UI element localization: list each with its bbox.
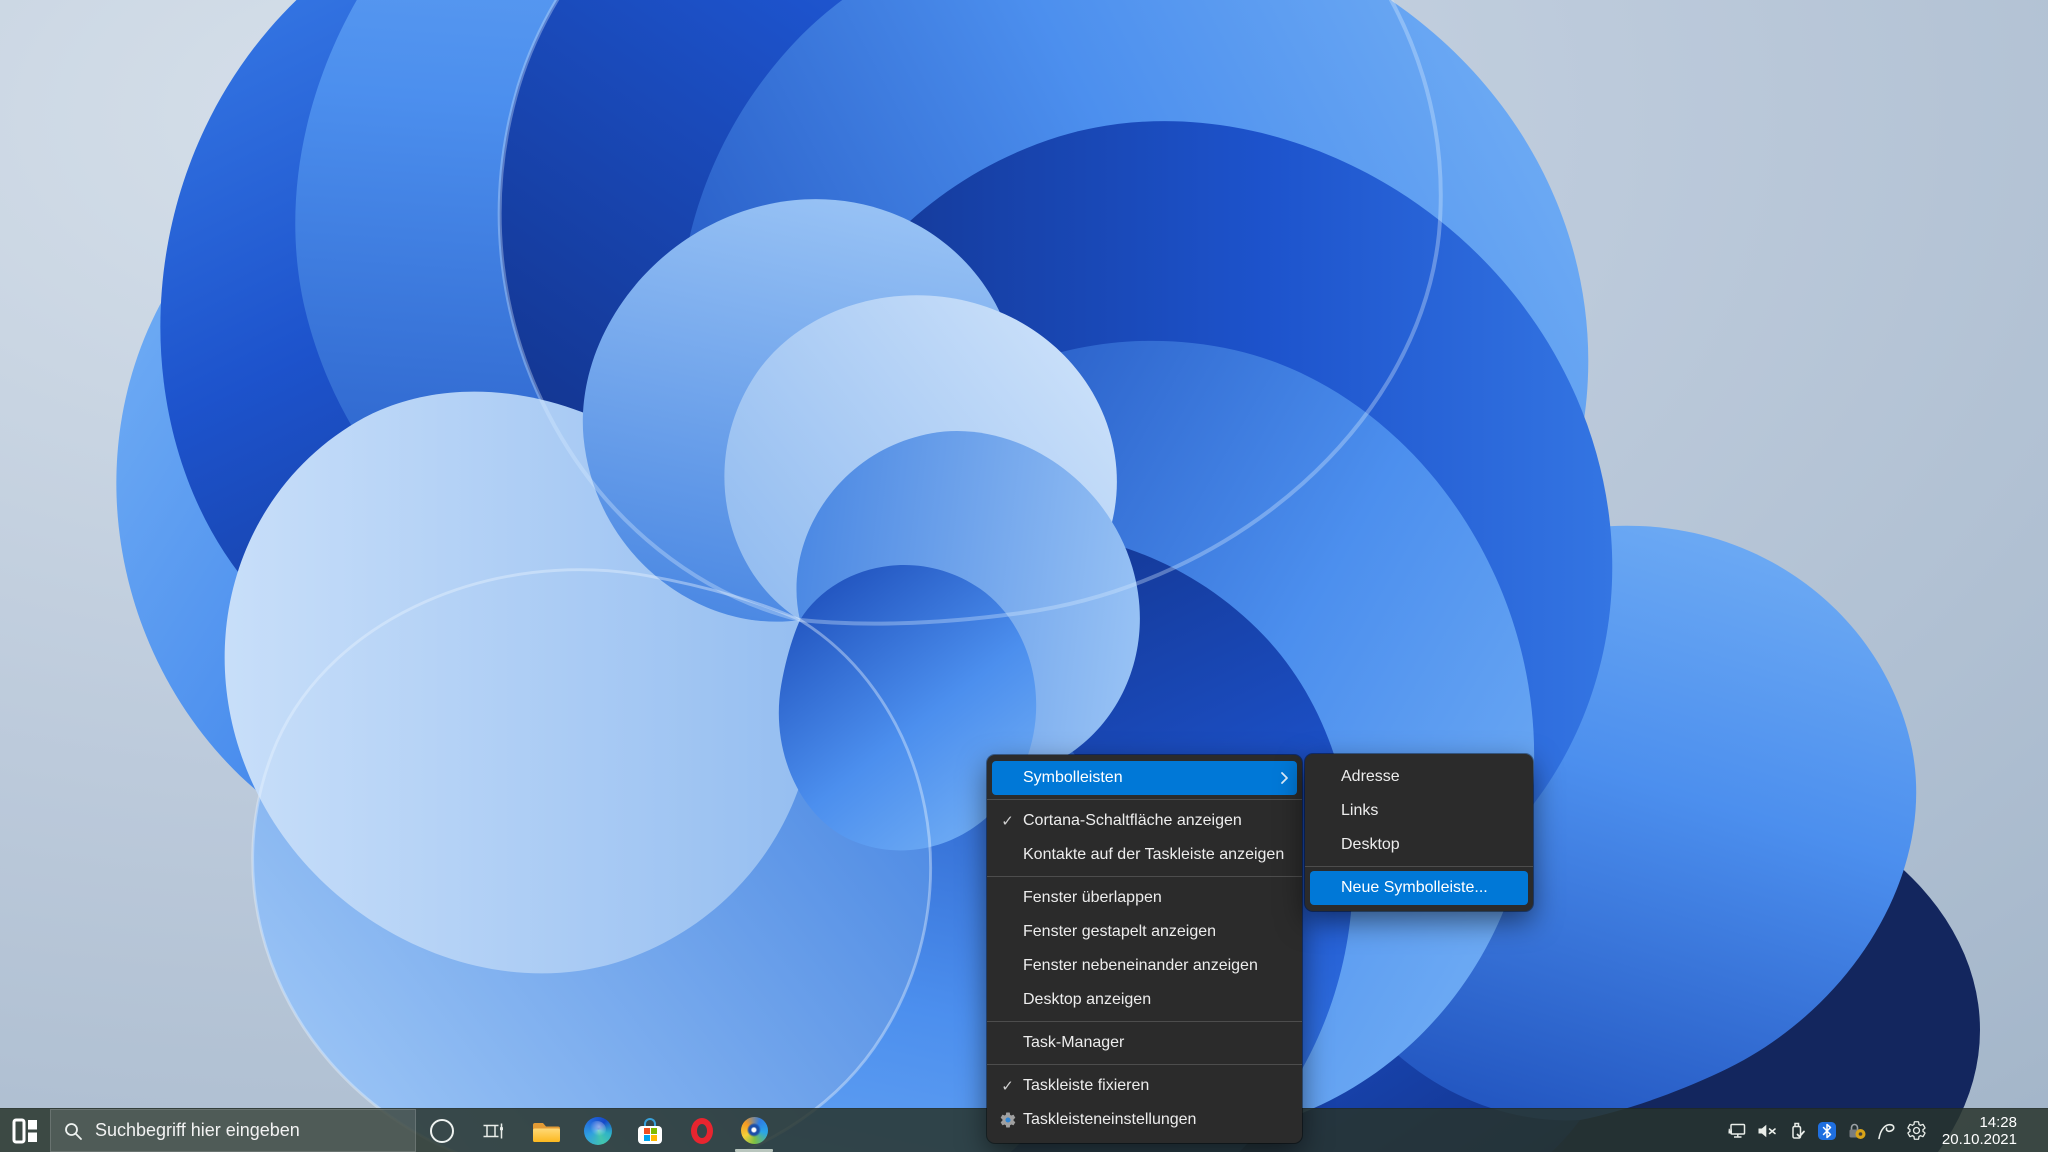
edge-button[interactable] xyxy=(572,1109,624,1152)
volume-muted-icon xyxy=(1758,1124,1776,1137)
usb-tray-button[interactable] xyxy=(1786,1120,1808,1142)
gear-icon xyxy=(999,1111,1017,1129)
microsoft-logo xyxy=(644,1127,657,1141)
submenu-item-desktop[interactable]: Desktop xyxy=(1310,828,1528,862)
menu-item-symbolleisten[interactable]: Symbolleisten xyxy=(992,761,1297,795)
settings-tray-button[interactable] xyxy=(1906,1120,1928,1142)
taskbar-search[interactable] xyxy=(50,1109,416,1152)
menu-item-label: Fenster nebeneinander anzeigen xyxy=(1023,957,1258,974)
search-icon xyxy=(65,1122,82,1140)
checkmark-icon: ✓ xyxy=(1001,811,1014,830)
menu-separator xyxy=(987,876,1302,877)
menu-item-label: Task-Manager xyxy=(1023,1034,1125,1051)
swirl-app-button[interactable] xyxy=(728,1109,780,1152)
cortana-icon xyxy=(430,1118,454,1143)
file-explorer-icon xyxy=(533,1122,560,1142)
menu-item-label: Kontakte auf der Taskleiste anzeigen xyxy=(1023,846,1285,863)
network-tray-button[interactable] xyxy=(1726,1120,1748,1142)
task-view-icon xyxy=(483,1123,503,1138)
settings-gear-icon xyxy=(1907,1121,1927,1140)
menu-item-taskleisteneinstellungen[interactable]: Taskleisteneinstellungen xyxy=(992,1103,1297,1137)
submenu-item-links[interactable]: Links xyxy=(1310,794,1528,828)
menu-item-label: Adresse xyxy=(1341,768,1400,785)
desktop: Symbolleisten ✓ Cortana-Schaltfläche anz… xyxy=(0,0,2048,1152)
clock-date: 20.10.2021 xyxy=(1941,1130,2017,1148)
search-input[interactable] xyxy=(93,1119,403,1142)
submenu-item-neue-symbolleiste[interactable]: Neue Symbolleiste... xyxy=(1310,871,1528,905)
menu-item-label: Taskleisteneinstellungen xyxy=(1023,1111,1197,1128)
menu-item-label: Desktop xyxy=(1341,836,1400,853)
menu-item-desktop-anzeigen[interactable]: Desktop anzeigen xyxy=(992,983,1297,1017)
menu-item-label: Cortana-Schaltfläche anzeigen xyxy=(1023,812,1242,829)
menu-item-label: Taskleiste fixieren xyxy=(1023,1077,1150,1094)
security-key-tray-button[interactable] xyxy=(1846,1120,1868,1142)
microsoft-store-button[interactable] xyxy=(624,1109,676,1152)
start-button[interactable] xyxy=(0,1109,50,1152)
taskbar-clock[interactable]: 14:28 20.10.2021 xyxy=(1942,1114,2017,1148)
start-icon xyxy=(12,1118,37,1143)
checkmark-icon: ✓ xyxy=(1001,1076,1014,1095)
volume-tray-button[interactable] xyxy=(1756,1120,1778,1142)
menu-separator xyxy=(987,1021,1302,1022)
clock-time: 14:28 xyxy=(1979,1113,2017,1131)
menu-item-label: Symbolleisten xyxy=(1023,769,1123,786)
swirl-app-icon xyxy=(740,1117,768,1144)
edge-icon xyxy=(584,1116,612,1145)
menu-gutter xyxy=(992,1111,1023,1129)
menu-item-taskleiste-fixieren[interactable]: ✓ Taskleiste fixieren xyxy=(992,1069,1297,1103)
pen-tray-button[interactable] xyxy=(1876,1120,1898,1142)
menu-item-fenster-gestapelt[interactable]: Fenster gestapelt anzeigen xyxy=(992,915,1297,949)
system-tray: 14:28 20.10.2021 xyxy=(1726,1109,2048,1152)
menu-item-label: Fenster überlappen xyxy=(1023,889,1162,906)
task-view-button[interactable] xyxy=(468,1109,520,1152)
opera-icon xyxy=(691,1117,713,1144)
taskbar-apps xyxy=(416,1109,780,1152)
bluetooth-tray-button[interactable] xyxy=(1816,1120,1838,1142)
network-icon xyxy=(1728,1123,1746,1138)
menu-separator xyxy=(1305,866,1533,867)
usb-icon xyxy=(1792,1122,1805,1139)
submenu-arrow-icon xyxy=(1281,772,1288,784)
menu-item-label: Fenster gestapelt anzeigen xyxy=(1023,923,1217,940)
menu-item-label: Desktop anzeigen xyxy=(1023,991,1152,1008)
pen-icon xyxy=(1878,1123,1895,1139)
menu-item-cortana-button[interactable]: ✓ Cortana-Schaltfläche anzeigen xyxy=(992,804,1297,838)
menu-item-fenster-ueberlappen[interactable]: Fenster überlappen xyxy=(992,881,1297,915)
taskbar-context-menu: Symbolleisten ✓ Cortana-Schaltfläche anz… xyxy=(987,755,1302,1143)
security-key-icon xyxy=(1849,1123,1866,1139)
menu-item-label: Links xyxy=(1341,802,1379,819)
menu-item-fenster-nebeneinander[interactable]: Fenster nebeneinander anzeigen xyxy=(992,949,1297,983)
menu-item-task-manager[interactable]: Task-Manager xyxy=(992,1026,1297,1060)
menu-separator xyxy=(987,799,1302,800)
menu-separator xyxy=(987,1064,1302,1065)
opera-button[interactable] xyxy=(676,1109,728,1152)
cortana-button[interactable] xyxy=(416,1109,468,1152)
microsoft-store-icon xyxy=(637,1117,663,1144)
submenu-item-adresse[interactable]: Adresse xyxy=(1310,760,1528,794)
menu-item-kontakte[interactable]: Kontakte auf der Taskleiste anzeigen xyxy=(992,838,1297,872)
symbolleisten-submenu: Adresse Links Desktop Neue Symbolleiste.… xyxy=(1305,754,1533,911)
file-explorer-button[interactable] xyxy=(520,1109,572,1152)
menu-item-label: Neue Symbolleiste... xyxy=(1341,879,1488,896)
bluetooth-icon xyxy=(1817,1121,1836,1140)
